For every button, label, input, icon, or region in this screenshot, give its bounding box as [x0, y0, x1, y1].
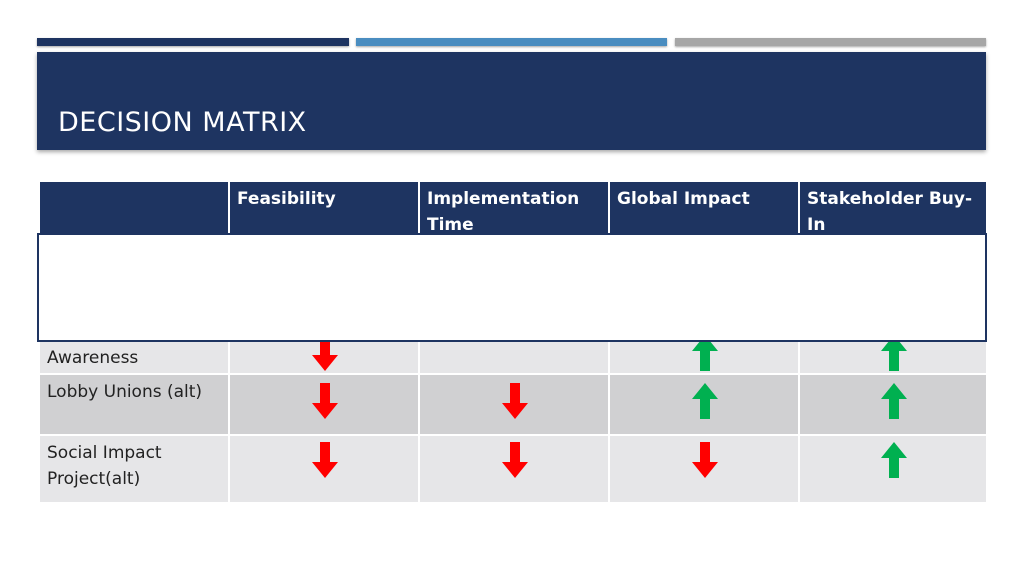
arrow-down-icon [502, 383, 528, 419]
table-row: Lobby Unions (alt) [38, 373, 988, 436]
cell-stakeholder-buy-in [798, 373, 988, 436]
cell-feasibility [228, 434, 420, 504]
cell-global-impact [608, 373, 800, 436]
arrow-down-icon [692, 442, 718, 478]
accent-bar-gray [675, 38, 986, 46]
decision-matrix-table: Feasibility Implementation Time Global I… [38, 180, 988, 504]
row-label: Lobby Unions (alt) [38, 373, 230, 436]
row-label: Social Impact Project(alt) [38, 434, 230, 504]
arrow-up-icon [692, 383, 718, 419]
table-row: Social Impact Project(alt) [38, 434, 988, 504]
cell-implementation-time [418, 373, 610, 436]
arrow-down-icon [312, 442, 338, 478]
title-band: DECISION MATRIX [37, 52, 986, 150]
blank-overlay-box [37, 233, 987, 342]
accent-bar-navy [37, 38, 349, 46]
cell-implementation-time [418, 434, 610, 504]
arrow-down-icon [502, 442, 528, 478]
arrow-up-icon [881, 442, 907, 478]
arrow-up-icon [881, 383, 907, 419]
arrow-down-icon [312, 383, 338, 419]
cell-global-impact [608, 434, 800, 504]
cell-feasibility [228, 373, 420, 436]
slide-title: DECISION MATRIX [58, 107, 307, 138]
accent-bar-blue [356, 38, 667, 46]
cell-stakeholder-buy-in [798, 434, 988, 504]
